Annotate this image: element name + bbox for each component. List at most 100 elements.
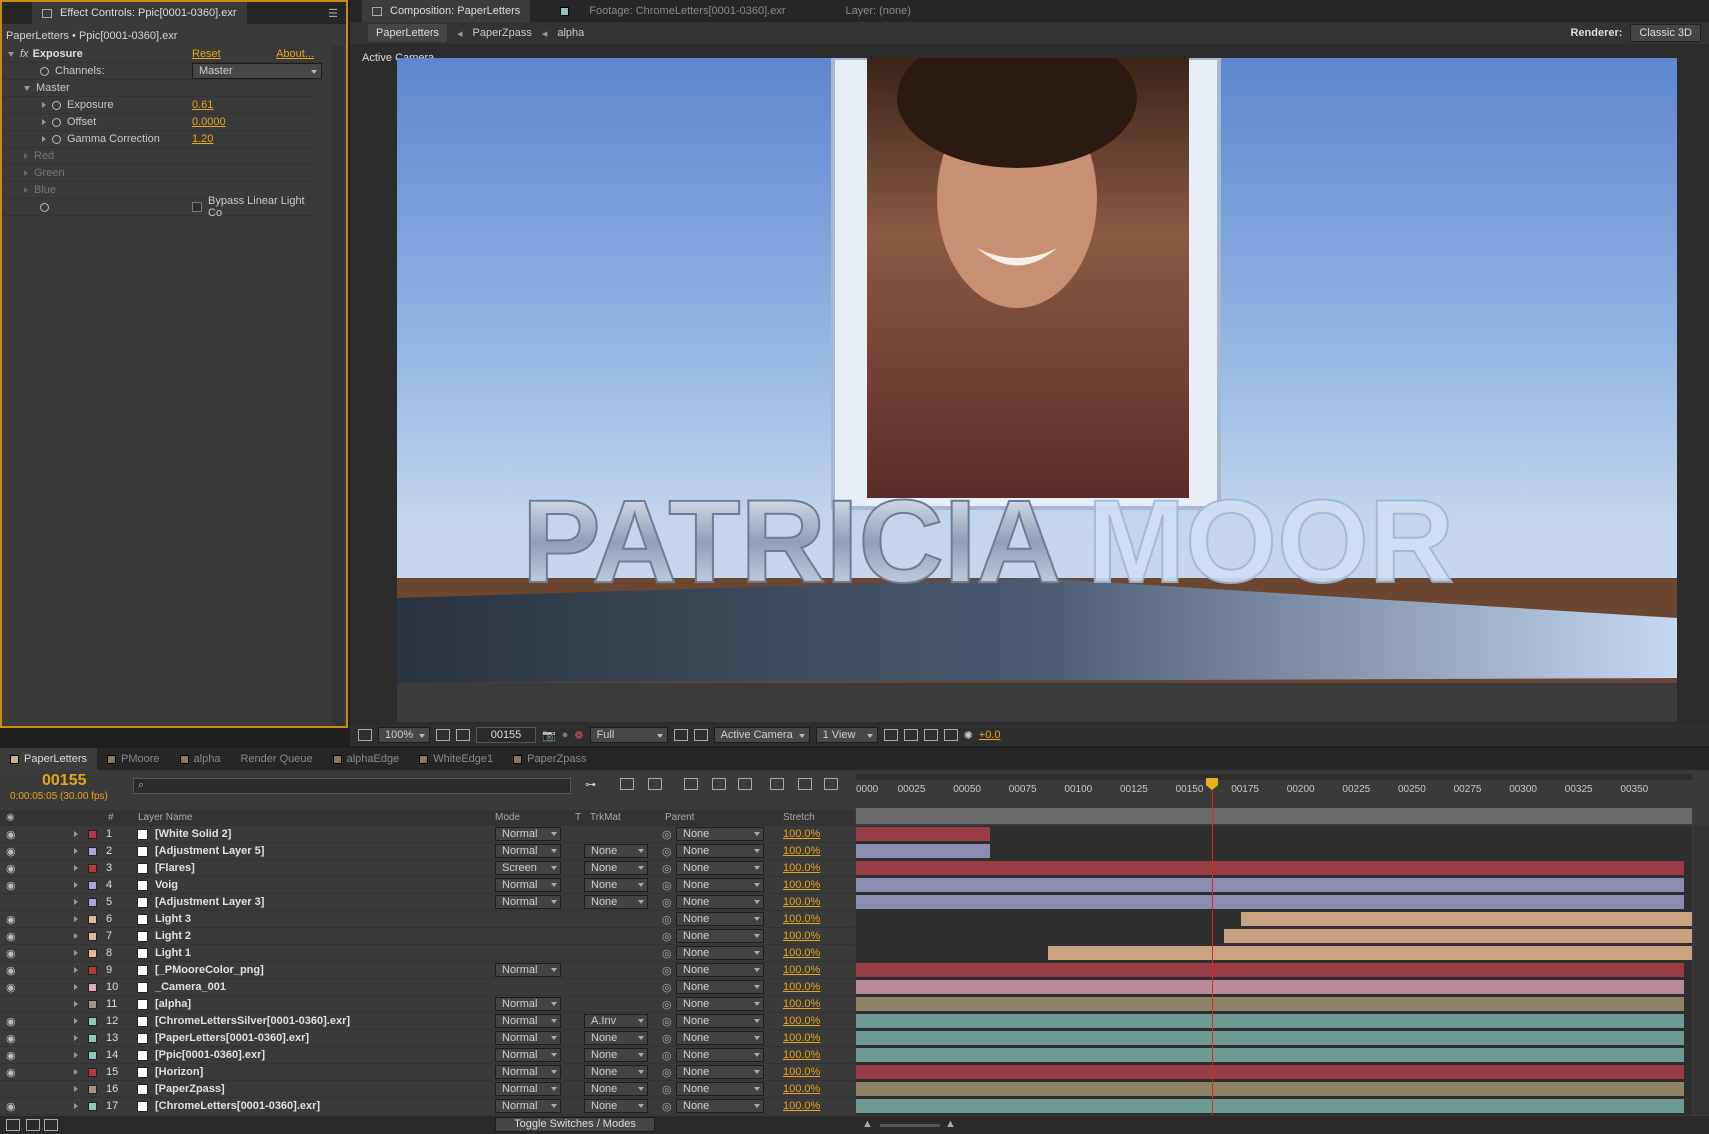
- expand-icon[interactable]: [74, 913, 84, 925]
- expand-transfer-icon[interactable]: [26, 1119, 40, 1131]
- expand-icon[interactable]: [8, 51, 14, 57]
- view-layout-dropdown[interactable]: 1 View: [815, 727, 878, 743]
- tab-composition[interactable]: Composition: PaperLetters: [362, 0, 531, 22]
- layer-row[interactable]: ◉ 17 [ChromeLetters[0001-0360].exr] Normal N…: [0, 1098, 855, 1115]
- composition-viewer[interactable]: PATRICIA MOOR: [397, 58, 1677, 722]
- trkmat-dropdown[interactable]: None: [584, 861, 648, 875]
- layer-name[interactable]: [White Solid 2]: [155, 828, 231, 840]
- label-color-swatch[interactable]: [88, 982, 97, 992]
- eye-icon[interactable]: ◉: [6, 930, 16, 943]
- expand-icon[interactable]: [74, 845, 84, 857]
- layer-row[interactable]: ◉ 2 [Adjustment Layer 5] Normal None ◎ None 100…: [0, 843, 855, 860]
- trkmat-dropdown[interactable]: None: [584, 844, 648, 858]
- blend-mode-dropdown[interactable]: Normal: [495, 1014, 561, 1028]
- timeline-tab-render-queue[interactable]: Render Queue: [230, 748, 322, 770]
- stretch-value[interactable]: 100.0%: [783, 828, 820, 840]
- parent-dropdown[interactable]: None: [676, 963, 764, 977]
- layer-duration-bar[interactable]: [856, 878, 1684, 892]
- stretch-value[interactable]: 100.0%: [783, 1015, 820, 1027]
- parent-dropdown[interactable]: None: [676, 1014, 764, 1028]
- stretch-value[interactable]: 100.0%: [783, 896, 820, 908]
- work-area-range[interactable]: [856, 808, 1692, 824]
- blend-mode-dropdown[interactable]: Normal: [495, 1031, 561, 1045]
- layer-row[interactable]: 16 [PaperZpass] Normal None ◎ None 100.0%: [0, 1081, 855, 1098]
- layer-name[interactable]: [Flares]: [155, 862, 195, 874]
- label-color-swatch[interactable]: [88, 999, 97, 1009]
- exposure-adjust-value[interactable]: +0.0: [979, 729, 1001, 741]
- layer-search-input[interactable]: ⌕: [133, 778, 571, 794]
- blend-mode-dropdown[interactable]: Screen: [495, 861, 561, 875]
- fast-preview-icon[interactable]: [903, 729, 918, 741]
- camera-snapshot-icon[interactable]: 📷: [542, 729, 556, 742]
- expand-icon[interactable]: [42, 119, 46, 125]
- layer-row[interactable]: 11 [alpha] Normal ◎ None 100.0%: [0, 996, 855, 1013]
- label-color-swatch[interactable]: [88, 1067, 97, 1077]
- expand-icon[interactable]: [74, 1100, 84, 1112]
- layer-row[interactable]: ◉ 9 [_PMooreColor_png] Normal ◎ None 100.0%: [0, 962, 855, 979]
- label-color-swatch[interactable]: [88, 948, 97, 958]
- expand-icon[interactable]: [42, 136, 46, 142]
- about-link[interactable]: About...: [276, 48, 314, 60]
- transparency-grid-icon[interactable]: [693, 729, 708, 741]
- toggle-switches-modes-button[interactable]: Toggle Switches / Modes: [495, 1117, 655, 1132]
- timeline-tab-paperzpass[interactable]: PaperZpass: [503, 748, 596, 770]
- trkmat-dropdown[interactable]: None: [584, 895, 648, 909]
- timeline-tab-alpha[interactable]: alpha: [170, 748, 231, 770]
- green-row[interactable]: Green: [2, 165, 314, 182]
- stretch-value[interactable]: 100.0%: [783, 1083, 820, 1095]
- layer-name[interactable]: Voig: [155, 879, 178, 891]
- bypass-checkbox[interactable]: [192, 202, 202, 212]
- stretch-value[interactable]: 100.0%: [783, 964, 820, 976]
- layer-duration-bar[interactable]: [856, 895, 1684, 909]
- eye-icon[interactable]: ◉: [6, 1015, 16, 1028]
- label-color-swatch[interactable]: [88, 931, 97, 941]
- pixel-aspect-icon[interactable]: [883, 729, 898, 741]
- stretch-value[interactable]: 100.0%: [783, 930, 820, 942]
- region-of-interest-icon[interactable]: [673, 729, 688, 741]
- layer-name[interactable]: [ChromeLettersSilver[0001-0360].exr]: [155, 1015, 350, 1027]
- show-snapshot-icon[interactable]: ●: [562, 729, 569, 741]
- eye-icon[interactable]: ◉: [6, 879, 16, 892]
- header-layer-name[interactable]: Layer Name: [138, 812, 192, 823]
- zoom-out-icon[interactable]: ▲: [862, 1118, 873, 1130]
- layer-duration-bar[interactable]: [1240, 912, 1692, 926]
- layer-name[interactable]: Light 2: [155, 930, 191, 942]
- stretch-value[interactable]: 100.0%: [783, 862, 820, 874]
- blend-mode-dropdown[interactable]: Normal: [495, 895, 561, 909]
- blend-mode-dropdown[interactable]: Normal: [495, 1082, 561, 1096]
- layer-row[interactable]: ◉ 14 [Ppic[0001-0360].exr] Normal None ◎ None 1…: [0, 1047, 855, 1064]
- always-preview-icon[interactable]: [358, 729, 372, 741]
- stretch-value[interactable]: 100.0%: [783, 981, 820, 993]
- timeline-timecode[interactable]: 00155: [42, 772, 87, 790]
- layer-name[interactable]: Light 3: [155, 913, 191, 925]
- layer-duration-bar[interactable]: [856, 1048, 1684, 1062]
- stopwatch-icon[interactable]: [52, 100, 61, 110]
- pickwhip-icon[interactable]: ◎: [662, 1015, 672, 1028]
- layer-row[interactable]: ◉ 12 [ChromeLettersSilver[0001-0360].exr] N…: [0, 1013, 855, 1030]
- trkmat-dropdown[interactable]: A.Inv: [584, 1014, 648, 1028]
- eye-icon[interactable]: ◉: [6, 947, 16, 960]
- exposure-effect-row[interactable]: fx Exposure Reset About...: [2, 46, 314, 63]
- pickwhip-icon[interactable]: ◎: [662, 1049, 672, 1062]
- pickwhip-icon[interactable]: ◎: [662, 930, 672, 943]
- pickwhip-icon[interactable]: ◎: [662, 845, 672, 858]
- expand-icon[interactable]: [74, 964, 84, 976]
- layer-name[interactable]: [Adjustment Layer 5]: [155, 845, 264, 857]
- renderer-button[interactable]: Classic 3D: [1630, 24, 1701, 42]
- layer-name[interactable]: Light 1: [155, 947, 191, 959]
- parent-dropdown[interactable]: None: [676, 1048, 764, 1062]
- label-color-swatch[interactable]: [88, 1050, 97, 1060]
- parent-dropdown[interactable]: None: [676, 878, 764, 892]
- expand-icon[interactable]: [74, 879, 84, 891]
- trkmat-dropdown[interactable]: None: [584, 878, 648, 892]
- red-row[interactable]: Red: [2, 148, 314, 165]
- label-color-swatch[interactable]: [88, 897, 97, 907]
- mask-visibility-icon[interactable]: [456, 729, 470, 741]
- layer-duration-bar[interactable]: [1223, 929, 1692, 943]
- auto-keyframe-icon[interactable]: [770, 778, 784, 790]
- comp-mini-flowchart-icon[interactable]: ⊶: [585, 778, 596, 791]
- pickwhip-icon[interactable]: ◎: [662, 879, 672, 892]
- draft-3d-icon[interactable]: [620, 778, 634, 790]
- layer-name[interactable]: [Ppic[0001-0360].exr]: [155, 1049, 265, 1061]
- timeline-icon[interactable]: [923, 729, 938, 741]
